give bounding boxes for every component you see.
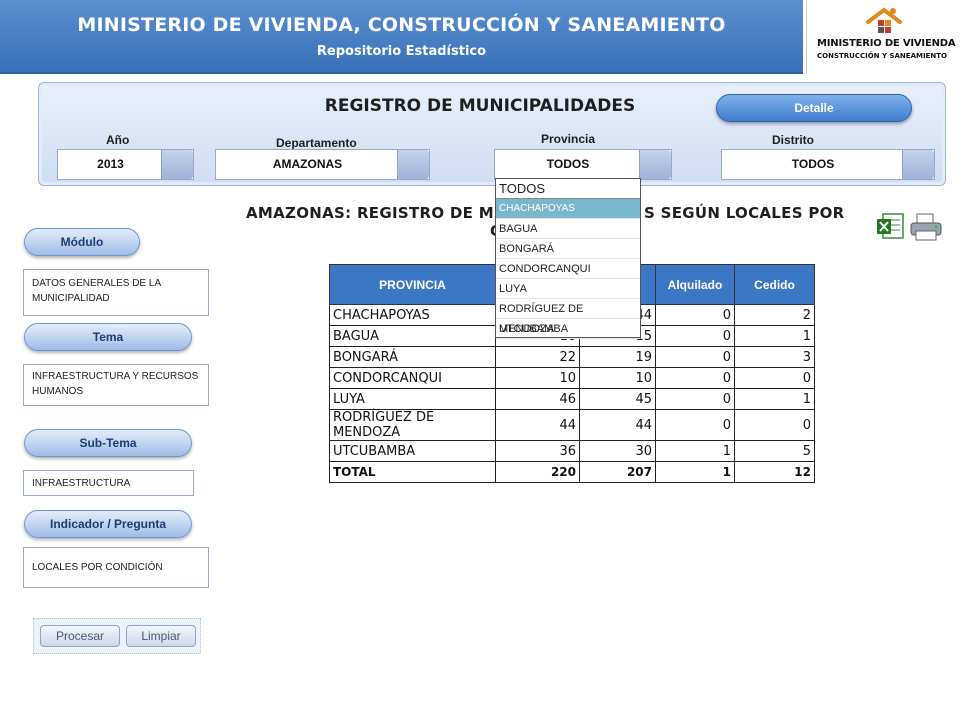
excel-export-icon[interactable] bbox=[875, 211, 905, 241]
cell: 10 bbox=[579, 367, 656, 389]
anio-select[interactable]: 2013 bbox=[57, 149, 194, 180]
departamento-value: AMAZONAS bbox=[272, 157, 343, 171]
dropdown-option[interactable]: RODRÍGUEZ DE MENDOZA bbox=[496, 299, 640, 335]
cell: 0 bbox=[655, 388, 735, 410]
house-logo-icon bbox=[866, 7, 902, 33]
indicador-button[interactable]: Indicador / Pregunta bbox=[24, 510, 192, 538]
distrito-select[interactable]: TODOS bbox=[721, 149, 935, 180]
cell: 30 bbox=[579, 440, 656, 462]
cell: 0 bbox=[655, 409, 735, 441]
cell-provincia: RODRÍGUEZ DE MENDOZA bbox=[329, 409, 496, 441]
cell: 0 bbox=[734, 367, 815, 389]
cell: 1 bbox=[655, 440, 735, 462]
dropdown-option[interactable]: BONGARÁ bbox=[496, 239, 640, 259]
distrito-value: TODOS bbox=[791, 157, 835, 171]
cell: 12 bbox=[734, 461, 815, 483]
table-row: RODRÍGUEZ DE MENDOZA 44 44 0 0 bbox=[329, 409, 815, 441]
dropdown-option[interactable]: BAGUA bbox=[496, 219, 640, 239]
cell: 1 bbox=[734, 388, 815, 410]
cell: 44 bbox=[579, 409, 656, 441]
report-title-part1: AMAZONAS: REGISTRO DE M bbox=[246, 204, 494, 222]
departamento-select[interactable]: AMAZONAS bbox=[215, 149, 430, 180]
distrito-label: Distrito bbox=[772, 133, 814, 147]
distrito-dropdown-arrow[interactable] bbox=[902, 150, 934, 179]
dropdown-option[interactable]: LUYA bbox=[496, 279, 640, 299]
departamento-label: Departamento bbox=[276, 136, 357, 150]
logo-text-line2: CONSTRUCCIÓN Y SANEAMIENTO bbox=[817, 52, 947, 60]
anio-label: Año bbox=[106, 133, 130, 147]
cell: 207 bbox=[579, 461, 656, 483]
cell: 1 bbox=[655, 461, 735, 483]
ministry-logo: MINISTERIO DE VIVIENDA CONSTRUCCIÓN Y SA… bbox=[806, 0, 960, 74]
dropdown-option[interactable]: UTCUBAMBA bbox=[496, 319, 640, 339]
tema-button[interactable]: Tema bbox=[24, 323, 192, 351]
cell: 0 bbox=[655, 325, 735, 347]
col-alquilado: Alquilado bbox=[655, 264, 735, 305]
col-cedido: Cedido bbox=[734, 264, 815, 305]
provincia-dropdown-arrow[interactable] bbox=[639, 150, 671, 179]
table-row: UTCUBAMBA 36 30 1 5 bbox=[329, 440, 815, 462]
app-header: MINISTERIO DE VIVIENDA, CONSTRUCCIÓN Y S… bbox=[0, 0, 960, 74]
subtema-button[interactable]: Sub-Tema bbox=[24, 429, 192, 457]
anio-dropdown-arrow[interactable] bbox=[161, 150, 193, 179]
tema-value-box: INFRAESTRUCTURA Y RECURSOS HUMANOS bbox=[23, 364, 209, 406]
cell: 10 bbox=[495, 367, 580, 389]
provincia-select[interactable]: TODOS bbox=[494, 149, 672, 180]
indicador-value-box: LOCALES POR CONDICIÓN bbox=[23, 547, 209, 588]
table-row: CONDORCANQUI 10 10 0 0 bbox=[329, 367, 815, 389]
table-row: BONGARÁ 22 19 0 3 bbox=[329, 346, 815, 368]
cell: 44 bbox=[495, 409, 580, 441]
table-row: LUYA 46 45 0 1 bbox=[329, 388, 815, 410]
cell: 19 bbox=[579, 346, 656, 368]
cell-provincia: CHACHAPOYAS bbox=[329, 304, 496, 326]
ministry-title: MINISTERIO DE VIVIENDA, CONSTRUCCIÓN Y S… bbox=[77, 14, 726, 36]
cell: 46 bbox=[495, 388, 580, 410]
cell: 220 bbox=[495, 461, 580, 483]
printer-icon[interactable] bbox=[908, 212, 944, 242]
header-band bbox=[0, 0, 803, 74]
cell-total-label: TOTAL bbox=[329, 461, 496, 483]
dropdown-option[interactable]: TODOS bbox=[496, 179, 640, 199]
modulo-button[interactable]: Módulo bbox=[24, 228, 140, 256]
report-title-part2: S SEGÚN LOCALES POR bbox=[643, 204, 845, 222]
logo-text-line1: MINISTERIO DE VIVIENDA bbox=[817, 38, 956, 49]
cell-provincia: BONGARÁ bbox=[329, 346, 496, 368]
cell: 2 bbox=[734, 304, 815, 326]
cell: 0 bbox=[734, 409, 815, 441]
cell: 22 bbox=[495, 346, 580, 368]
cell: 36 bbox=[495, 440, 580, 462]
provincia-label: Provincia bbox=[541, 132, 596, 146]
detalle-button[interactable]: Detalle bbox=[716, 94, 912, 122]
procesar-button[interactable]: Procesar bbox=[40, 625, 120, 647]
cell-provincia: CONDORCANQUI bbox=[329, 367, 496, 389]
subtema-value-box: INFRAESTRUCTURA bbox=[23, 470, 194, 496]
cell: 0 bbox=[655, 346, 735, 368]
cell-provincia: UTCUBAMBA bbox=[329, 440, 496, 462]
dropdown-option[interactable]: CONDORCANQUI bbox=[496, 259, 640, 279]
cell: 5 bbox=[734, 440, 815, 462]
dropdown-option-highlighted[interactable]: CHACHAPOYAS bbox=[496, 199, 640, 219]
departamento-dropdown-arrow[interactable] bbox=[397, 150, 429, 179]
cell: 3 bbox=[734, 346, 815, 368]
cell-provincia: BAGUA bbox=[329, 325, 496, 347]
provincia-dropdown-list: TODOS CHACHAPOYAS BAGUA BONGARÁ CONDORCA… bbox=[495, 178, 641, 339]
col-provincia: PROVINCIA bbox=[329, 264, 496, 305]
limpiar-button[interactable]: Limpiar bbox=[126, 625, 196, 647]
provincia-value: TODOS bbox=[546, 157, 590, 171]
cell: 0 bbox=[655, 304, 735, 326]
cell-provincia: LUYA bbox=[329, 388, 496, 410]
repository-subtitle: Repositorio Estadístico bbox=[316, 44, 487, 59]
modulo-value-box: DATOS GENERALES DE LA MUNICIPALIDAD bbox=[23, 269, 209, 316]
anio-value: 2013 bbox=[97, 157, 124, 171]
cell: 0 bbox=[655, 367, 735, 389]
cell: 45 bbox=[579, 388, 656, 410]
cell: 1 bbox=[734, 325, 815, 347]
table-total-row: TOTAL 220 207 1 12 bbox=[329, 461, 815, 483]
